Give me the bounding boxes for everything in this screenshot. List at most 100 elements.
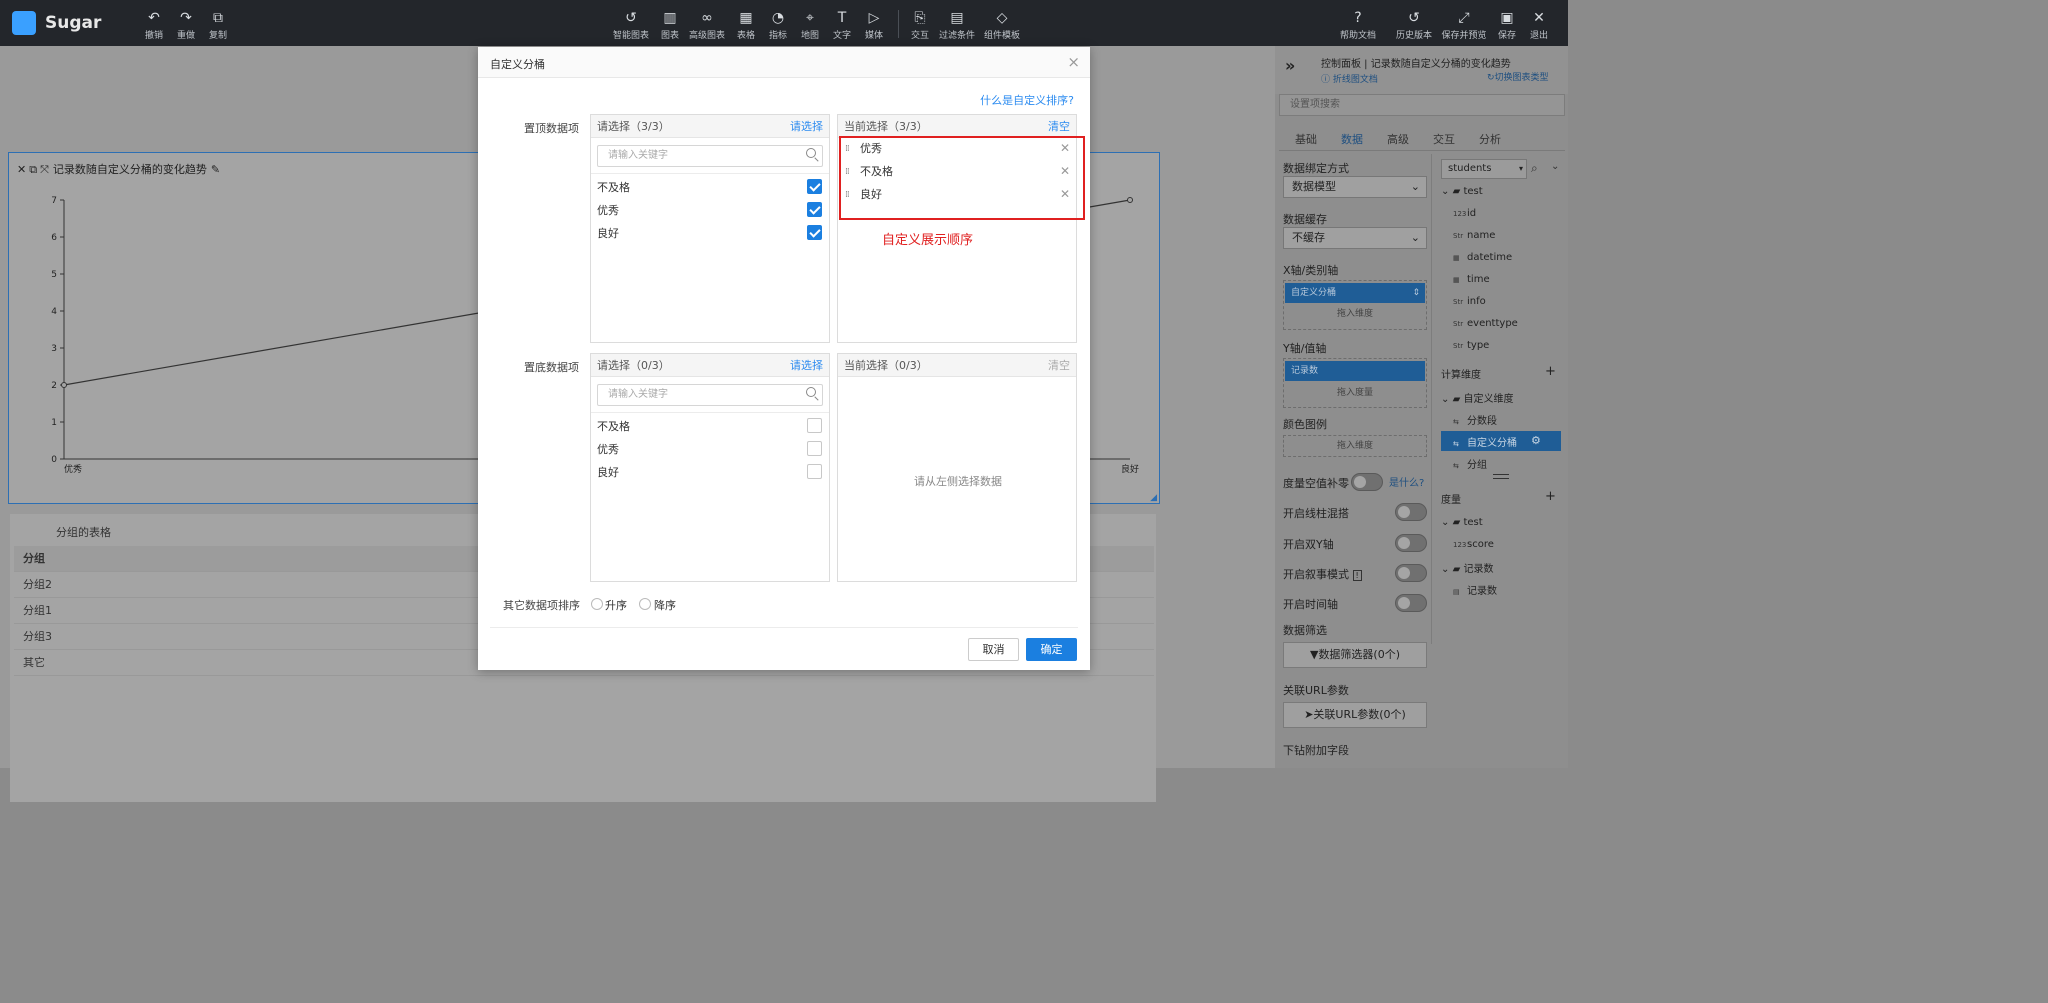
what-is-link[interactable]: 是什么?	[1389, 474, 1424, 489]
dataset-select[interactable]: students ▾	[1441, 159, 1527, 179]
data-point	[1127, 197, 1133, 203]
tab-advanced[interactable]: 高级	[1387, 131, 1409, 147]
indicator-button[interactable]: ◔ 指标	[767, 10, 789, 41]
data-filter-button[interactable]: ▼数据筛选器(0个)	[1283, 642, 1427, 668]
interaction-button[interactable]: ⎘ 交互	[909, 10, 931, 41]
search-icon[interactable]: ⌕	[1531, 161, 1538, 176]
top-select-link[interactable]: 请选择	[790, 115, 823, 138]
app-name: Sugar	[45, 13, 102, 33]
drag-handle-icon[interactable]	[1493, 474, 1509, 479]
bottom-items-label: 置底数据项	[524, 361, 579, 374]
close-icon[interactable]: ×	[1067, 53, 1080, 71]
option-checkbox[interactable]	[807, 202, 822, 217]
save-icon: ▣	[1500, 10, 1514, 26]
confirm-button[interactable]: 确定	[1026, 638, 1077, 661]
fill-zero-toggle[interactable]	[1351, 473, 1383, 491]
settings-search-input[interactable]: 设置项搜索	[1279, 94, 1565, 116]
empty-hint: 请从左侧选择数据	[914, 475, 1002, 488]
x-tick-label: 优秀	[64, 463, 82, 475]
y-axis-field-pill[interactable]: 记录数	[1285, 361, 1425, 381]
gear-icon[interactable]: ⚙	[1531, 434, 1541, 447]
chevron-down-icon[interactable]: ⌄	[1551, 161, 1559, 172]
field-folder-test[interactable]: ⌄ ▰ test	[1441, 186, 1483, 197]
binding-mode-select[interactable]: 数据模型 ⌄	[1283, 176, 1427, 198]
bottom-clear-link[interactable]: 清空	[1048, 354, 1070, 377]
calc-dim-folder[interactable]: ⌄ ▰ 自定义维度	[1441, 390, 1513, 405]
table-button[interactable]: ▦ 表格	[735, 10, 757, 41]
url-param-button[interactable]: ➤关联URL参数(0个)	[1283, 702, 1427, 728]
dual-y-toggle[interactable]	[1395, 534, 1427, 552]
field-time[interactable]: ▦ time	[1453, 274, 1490, 285]
redo-button[interactable]: ↷ 重做	[176, 10, 196, 41]
search-icon	[806, 387, 816, 397]
filter-condition-button[interactable]: ▤ 过滤条件	[938, 10, 976, 41]
bottom-search-input[interactable]: 请输入关键字	[597, 384, 823, 406]
color-legend-drop-zone[interactable]: 拖入维度	[1283, 435, 1427, 457]
text-button[interactable]: T 文字	[831, 10, 853, 41]
switch-chart-type-link[interactable]: ↻切换图表类型	[1487, 70, 1549, 83]
data-filter-label: 数据筛选	[1283, 624, 1327, 637]
field-info[interactable]: Str info	[1453, 296, 1486, 307]
option-checkbox[interactable]	[807, 418, 822, 433]
tab-basic[interactable]: 基础	[1295, 131, 1317, 147]
dialog-footer-divider	[490, 627, 1078, 628]
cancel-button[interactable]: 取消	[968, 638, 1019, 661]
history-version-button[interactable]: ↺ 历史版本	[1395, 10, 1433, 41]
exit-button[interactable]: ✕ 退出	[1528, 10, 1550, 41]
media-button[interactable]: ▷ 媒体	[863, 10, 885, 41]
custom-sort-help-link[interactable]: 什么是自定义排序?	[980, 92, 1074, 108]
y-tick-label: 0	[51, 455, 57, 465]
save-button[interactable]: ▣ 保存	[1496, 10, 1518, 41]
measure-item[interactable]: ▤ 记录数	[1453, 582, 1497, 597]
field-name[interactable]: Str name	[1453, 230, 1495, 241]
calc-dim-item[interactable]: ⇆ 自定义分桶	[1453, 434, 1517, 449]
field-id[interactable]: 123id	[1453, 208, 1476, 219]
chart-button[interactable]: ▥ 图表	[659, 10, 681, 41]
measure-item[interactable]: 123score	[1453, 539, 1494, 550]
undo-button[interactable]: ↶ 撤销	[144, 10, 164, 41]
data-cache-select[interactable]: 不缓存 ⌄	[1283, 227, 1427, 249]
option-checkbox[interactable]	[807, 464, 822, 479]
collapse-panel-icon[interactable]: »	[1285, 56, 1295, 75]
option-checkbox[interactable]	[807, 179, 822, 194]
tab-analysis[interactable]: 分析	[1479, 131, 1501, 147]
option-checkbox[interactable]	[807, 441, 822, 456]
sort-desc-radio[interactable]	[639, 598, 651, 610]
story-mode-toggle[interactable]	[1395, 564, 1427, 582]
calc-dim-item[interactable]: ⇆ 分组	[1453, 456, 1487, 471]
field-eventtype[interactable]: Str eventtype	[1453, 318, 1518, 329]
y-axis-drop-zone[interactable]: 拖入度量	[1283, 385, 1427, 398]
add-measure-icon[interactable]: +	[1545, 489, 1556, 504]
top-clear-link[interactable]: 清空	[1048, 115, 1070, 138]
measure-folder[interactable]: ⌄ ▰ 记录数	[1441, 560, 1493, 575]
top-search-input[interactable]: 请输入关键字	[597, 145, 823, 167]
bottom-selected-list: 当前选择（0/3） 清空 请从左侧选择数据	[837, 353, 1077, 582]
toolbar-divider	[898, 10, 899, 38]
time-axis-toggle[interactable]	[1395, 594, 1427, 612]
x-axis-drop-zone[interactable]: 拖入维度	[1283, 306, 1427, 319]
field-type[interactable]: Str type	[1453, 340, 1489, 351]
smart-chart-button[interactable]: ↺ 智能图表	[612, 10, 650, 41]
measure-folder[interactable]: ⌄ ▰ test	[1441, 517, 1483, 528]
tab-interaction[interactable]: 交互	[1433, 131, 1455, 147]
panel-header: 控制面板 | 记录数随自定义分桶的变化趋势	[1321, 59, 1511, 70]
tab-data[interactable]: 数据	[1341, 131, 1363, 147]
resize-handle-icon[interactable]: ◢	[1150, 493, 1157, 503]
sort-asc-radio[interactable]	[591, 598, 603, 610]
component-template-button[interactable]: ◇ 组件模板	[983, 10, 1021, 41]
save-preview-button[interactable]: ⤢ 保存并预览	[1440, 10, 1488, 41]
map-button[interactable]: ⌖ 地图	[799, 10, 821, 41]
add-calc-dim-icon[interactable]: +	[1545, 364, 1556, 379]
chart-doc-link[interactable]: ⓘ 折线图文档	[1321, 72, 1378, 85]
media-icon: ▷	[868, 10, 880, 26]
option-checkbox[interactable]	[807, 225, 822, 240]
field-datetime[interactable]: ▦ datetime	[1453, 252, 1512, 263]
help-doc-button[interactable]: ? 帮助文档	[1339, 10, 1377, 41]
bottom-select-link[interactable]: 请选择	[790, 354, 823, 377]
y-tick-label: 6	[51, 233, 57, 243]
line-bar-mix-toggle[interactable]	[1395, 503, 1427, 521]
x-axis-field-pill[interactable]: 自定义分桶 ⇕	[1285, 283, 1425, 303]
calc-dim-item[interactable]: ⇆ 分数段	[1453, 412, 1497, 427]
copy-button[interactable]: ⧉ 复制	[208, 10, 228, 41]
advanced-chart-button[interactable]: ∞ 高级图表	[688, 10, 726, 41]
